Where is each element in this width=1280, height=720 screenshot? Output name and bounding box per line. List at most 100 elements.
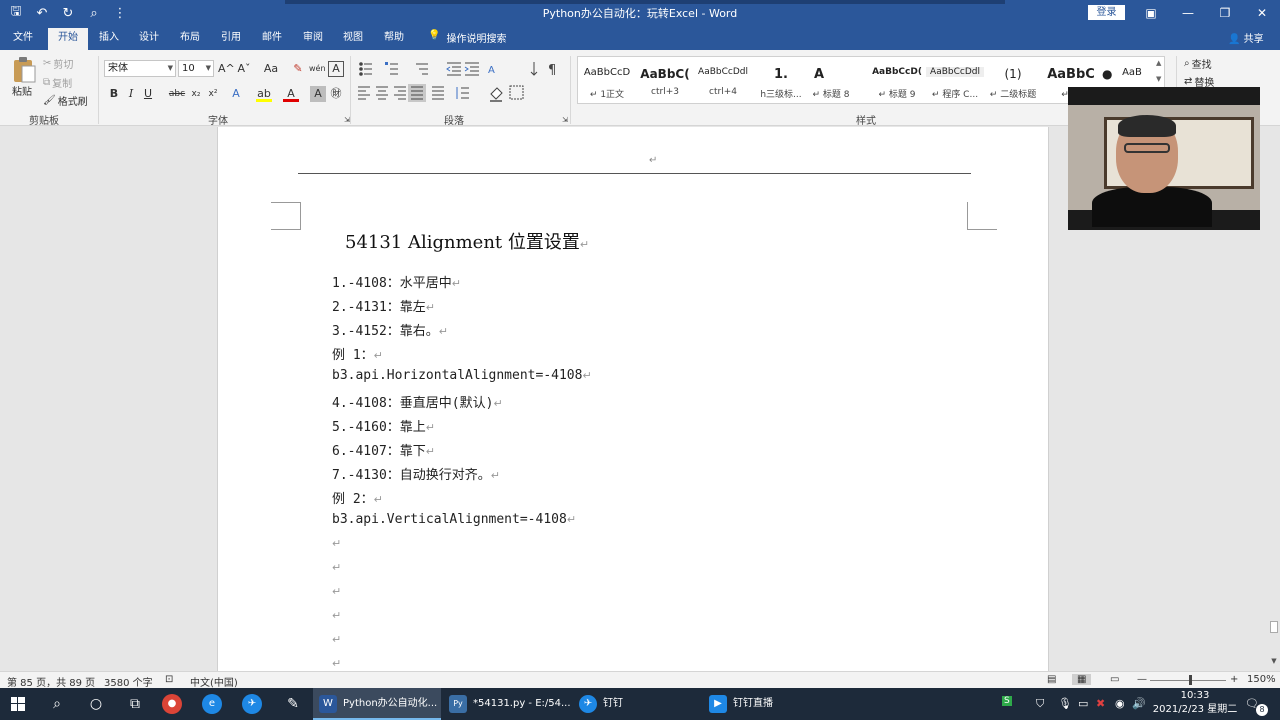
font-name-select[interactable]: 宋体 ▼	[104, 60, 176, 77]
copy-button[interactable]: ⧉ 复制	[43, 75, 72, 90]
network-icon[interactable]: ▭	[1078, 697, 1088, 710]
taskbar-app-word[interactable]: W Python办公自动化...	[313, 688, 441, 720]
tell-me-search[interactable]: 💡 操作说明搜索	[428, 30, 506, 45]
document-page[interactable]: ↵ 54131 Alignment 位置设置↵ 1.-4108：水平居中↵ 2.…	[217, 127, 1049, 671]
ribbon-display-icon[interactable]: ▣	[1136, 3, 1166, 23]
taskbar-app-label: 钉钉	[603, 698, 623, 709]
strikethrough-button[interactable]: abc	[167, 86, 187, 102]
antivirus-icon[interactable]: ✖	[1096, 697, 1105, 710]
paragraph-mark: ↵	[425, 421, 436, 434]
taskbar-app-dingtalk-live[interactable]: ▶ 钉钉直播	[703, 688, 831, 720]
paste-button[interactable]: 粘贴	[12, 83, 32, 98]
tab-help[interactable]: 帮助	[384, 30, 404, 50]
style-label: ctrl+3	[651, 87, 679, 97]
phonetic-guide-icon[interactable]: wén	[309, 61, 326, 77]
restore-button[interactable]: ❐	[1210, 3, 1240, 23]
read-mode-icon[interactable]: ▤	[1047, 674, 1056, 685]
paragraph: 3.-4152：靠右。↵	[332, 320, 448, 339]
close-button[interactable]: ✕	[1247, 3, 1277, 23]
taskbar-app-dingtalk[interactable]: ✈ 钉钉	[573, 688, 701, 720]
style-program[interactable]: AaBbCcDdl ↵ 程序 C...	[926, 57, 984, 103]
microphone-icon[interactable]: 🎙	[1058, 697, 1072, 710]
shield-icon[interactable]: ⛉	[1036, 697, 1044, 711]
dingtalk-icon[interactable]: ✈	[242, 694, 262, 714]
taskbar-app-label: *54131.py - E:/54...	[473, 698, 571, 709]
find-button[interactable]: ⌕ 查找	[1184, 56, 1212, 71]
chrome-icon[interactable]: ●	[162, 694, 182, 714]
zoom-slider-thumb[interactable]	[1189, 675, 1192, 685]
paragraph-text: b3.api.VerticalAlignment=-4108	[332, 512, 567, 527]
zoom-in-button[interactable]: +	[1230, 674, 1238, 685]
superscript-button[interactable]: x²	[205, 86, 221, 102]
minimize-button[interactable]: —	[1173, 3, 1203, 23]
tab-insert[interactable]: 插入	[99, 30, 119, 50]
paste-icon[interactable]	[12, 56, 36, 84]
task-view-icon[interactable]: ⧉	[123, 692, 147, 716]
align-center-icon	[376, 86, 388, 100]
bold-button[interactable]: B	[106, 86, 122, 102]
subscript-button[interactable]: x₂	[188, 86, 204, 102]
highlight-icon[interactable]: ab	[256, 86, 272, 102]
font-size-select[interactable]: 10 ▼	[178, 60, 214, 77]
tab-design[interactable]: 设计	[139, 30, 159, 50]
tab-layout[interactable]: 布局	[180, 30, 200, 50]
gallery-up-icon[interactable]: ▲	[1156, 59, 1161, 67]
system-clock[interactable]: 10:33 2021/2/23 星期二	[1150, 689, 1240, 717]
paragraph-mark: ↵	[332, 585, 342, 598]
proofing-icon[interactable]: ⊡	[165, 674, 173, 685]
style-ctrl3[interactable]: AaBbC(ctrl+3	[636, 57, 694, 103]
lightbulb-icon: 💡	[428, 30, 441, 41]
change-case-icon[interactable]: Aa	[260, 61, 282, 77]
style-ctrl4[interactable]: AaBbCcDdl ctrl+4	[694, 57, 752, 103]
word-icon: W	[319, 695, 337, 713]
tab-view[interactable]: 视图	[343, 30, 363, 50]
login-button[interactable]: 登录	[1088, 5, 1125, 20]
taskbar-app-python[interactable]: Py *54131.py - E:/54...	[443, 688, 571, 720]
style-normal[interactable]: AaBbCcD ↵ 1正文	[578, 57, 636, 103]
underline-button[interactable]: U	[140, 86, 156, 102]
edge-icon[interactable]: e	[202, 694, 222, 714]
zoom-slider-track[interactable]	[1150, 680, 1226, 681]
gallery-down-icon[interactable]: ▼	[1156, 75, 1161, 83]
cortana-icon[interactable]: ○	[84, 692, 108, 716]
tab-mailings[interactable]: 邮件	[262, 30, 282, 50]
style-heading9[interactable]: AaBbCcD(↵ 标题 9	[868, 57, 926, 103]
windows-start-icon[interactable]	[6, 692, 30, 716]
style-heading8[interactable]: A ↵ 标题 8	[780, 57, 850, 103]
wifi-icon[interactable]: ◉	[1115, 697, 1125, 710]
volume-icon[interactable]: 🔊	[1132, 697, 1146, 710]
tab-file[interactable]: 文件	[13, 30, 33, 50]
search-icon[interactable]: ⌕	[45, 692, 69, 716]
text-effects-icon[interactable]: A	[228, 86, 244, 102]
word-count[interactable]: 3580 个字	[104, 674, 153, 689]
vertical-scrollbar[interactable]: ▼	[1268, 127, 1280, 671]
web-layout-icon[interactable]: ▭	[1110, 674, 1119, 685]
clear-format-icon[interactable]: ✎	[290, 61, 306, 77]
tab-review[interactable]: 审阅	[303, 30, 323, 50]
grow-font-icon[interactable]: A^	[218, 61, 235, 77]
language-indicator[interactable]: 中文(中国)	[190, 674, 238, 689]
dialog-launcher-icon[interactable]: ⇲	[339, 112, 355, 128]
app-icon[interactable]: ✎	[281, 692, 305, 716]
char-border-icon[interactable]: A	[328, 61, 344, 77]
enclose-char-icon[interactable]: ㊖	[328, 86, 344, 102]
scroll-thumb[interactable]	[1270, 621, 1278, 633]
shrink-font-icon[interactable]: Aˇ	[236, 61, 252, 77]
italic-button[interactable]: I	[123, 86, 139, 102]
style-level2[interactable]: (1) ↵ 二级标题	[984, 57, 1042, 103]
share-button[interactable]: 👤 共享	[1228, 30, 1264, 45]
taskbar: ⌕ ○ ⧉ ● e ✈ ✎ W Python办公自动化... Py *54131…	[0, 688, 1280, 720]
print-layout-icon[interactable]: ▦	[1072, 674, 1092, 685]
tab-home[interactable]: 开始	[48, 28, 88, 50]
format-painter-button[interactable]: 🖌 格式刷	[43, 93, 88, 108]
scroll-down-icon[interactable]: ▼	[1268, 657, 1280, 665]
tab-references[interactable]: 引用	[221, 30, 241, 50]
wechat-tray-icon[interactable]: S	[1002, 696, 1012, 706]
zoom-level[interactable]: 150%	[1247, 674, 1276, 685]
font-color-icon[interactable]: A	[283, 86, 299, 102]
zoom-out-button[interactable]: —	[1137, 674, 1147, 685]
style-label: ctrl+4	[709, 87, 737, 97]
page-count[interactable]: 第 85 页，共 89 页	[7, 674, 95, 689]
cut-button[interactable]: ✂ 剪切	[43, 56, 73, 71]
char-shading-icon[interactable]: A	[310, 86, 326, 102]
